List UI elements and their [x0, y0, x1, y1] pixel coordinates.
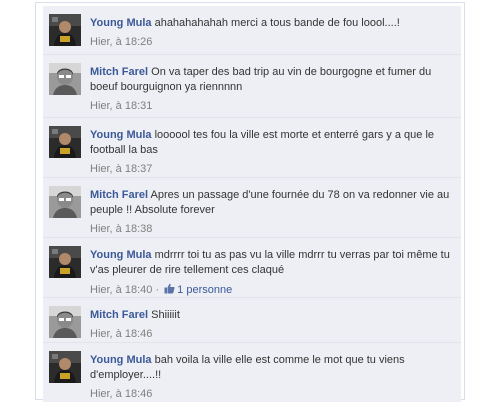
- comment-timestamp[interactable]: Hier, à 18:46: [90, 388, 152, 400]
- comment-text: ahahahahahah merci a tous bande de fou l…: [154, 17, 400, 29]
- comment-item: Young Mula bah voila la ville elle est c…: [43, 343, 461, 402]
- comment-author-link[interactable]: Young Mula: [90, 129, 152, 141]
- comment-item: Mitch Farel On va taper des bad trip au …: [43, 55, 461, 118]
- comment-item: Mitch Farel Apres un passage d'une fourn…: [43, 178, 461, 238]
- thumbs-up-icon: [164, 283, 175, 298]
- comment-list: Young Mula ahahahahahah merci a tous ban…: [43, 6, 461, 402]
- profile-photo-icon[interactable]: [49, 351, 81, 383]
- comment-timestamp[interactable]: Hier, à 18:26: [90, 36, 152, 48]
- comment-text: Shiiiiit: [151, 309, 180, 321]
- comment-author-link[interactable]: Mitch Farel: [90, 309, 148, 321]
- like-count-link[interactable]: 1 personne: [177, 284, 232, 296]
- comment-author-link[interactable]: Young Mula: [90, 17, 152, 29]
- comment-item: Young Mula mdrrrr toi tu as pas vu la vi…: [43, 238, 461, 298]
- comment-timestamp[interactable]: Hier, à 18:38: [90, 223, 152, 235]
- comment-timestamp[interactable]: Hier, à 18:37: [90, 163, 152, 175]
- comment-item: Mitch Farel Shiiiiit Hier, à 18:46: [43, 298, 461, 343]
- profile-photo-icon[interactable]: [49, 14, 81, 46]
- comments-panel: Young Mula ahahahahahah merci a tous ban…: [35, 2, 465, 402]
- profile-photo-icon[interactable]: [49, 63, 81, 95]
- comment-author-link[interactable]: Mitch Farel: [90, 66, 148, 78]
- comment-author-link[interactable]: Mitch Farel: [90, 189, 148, 201]
- comment-item: Young Mula ahahahahahah merci a tous ban…: [43, 6, 461, 55]
- comment-timestamp[interactable]: Hier, à 18:46: [90, 328, 152, 340]
- profile-photo-icon[interactable]: [49, 306, 81, 338]
- comment-author-link[interactable]: Young Mula: [90, 354, 152, 366]
- meta-separator: ·: [155, 284, 160, 296]
- comment-author-link[interactable]: Young Mula: [90, 249, 152, 261]
- comment-timestamp[interactable]: Hier, à 18:40: [90, 284, 152, 296]
- comment-timestamp[interactable]: Hier, à 18:31: [90, 100, 152, 112]
- comment-item: Young Mula loooool tes fou la ville est …: [43, 118, 461, 178]
- profile-photo-icon[interactable]: [49, 246, 81, 278]
- profile-photo-icon[interactable]: [49, 126, 81, 158]
- profile-photo-icon[interactable]: [49, 186, 81, 218]
